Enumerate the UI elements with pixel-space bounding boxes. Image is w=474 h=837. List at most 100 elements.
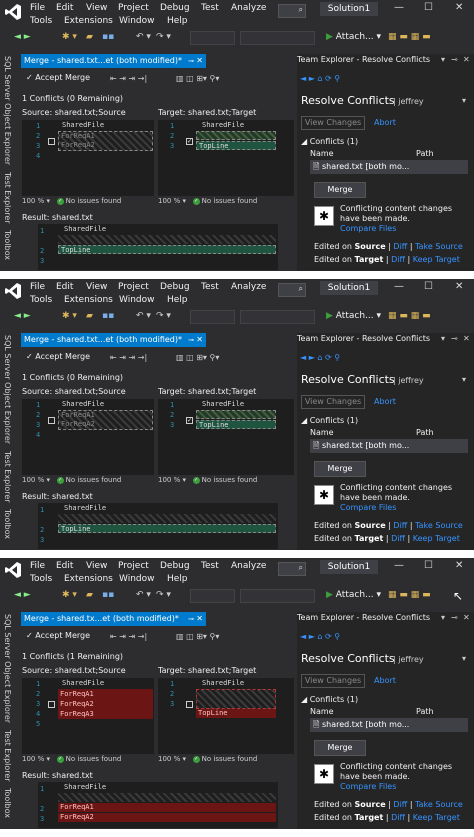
menu-view[interactable]: View	[86, 561, 107, 571]
close-icon[interactable]: ✕	[455, 281, 463, 292]
abort-link[interactable]: Abort	[374, 118, 396, 127]
sql-server-object-explorer-tab[interactable]: SQL Server Object Explorer	[3, 614, 12, 723]
panel-close-icon[interactable]: ✕	[463, 334, 470, 343]
result-merged-line[interactable]: TopLine	[58, 245, 276, 254]
tab-close-icon[interactable]: ✕	[196, 333, 203, 347]
result-pane[interactable]: 123 SharedFile TopLine	[38, 224, 278, 270]
menu-test[interactable]: Test	[201, 561, 219, 571]
test-explorer-tab[interactable]: Test Explorer	[3, 451, 12, 503]
source-conflict-checkbox[interactable]	[48, 417, 55, 424]
pin-icon[interactable]: ⊸	[188, 333, 194, 347]
panel-close-icon[interactable]: ✕	[463, 613, 470, 622]
view-changes-button[interactable]: View Changes	[301, 116, 365, 130]
dropdown-icon[interactable]: ▾	[441, 55, 445, 64]
take-source-link[interactable]: Take Source	[415, 242, 463, 251]
section-dropdown-icon[interactable]: ▾	[462, 654, 466, 663]
source-zoom[interactable]: 100 %	[22, 476, 44, 484]
target-pane[interactable]: 123 SharedFile TopLine ✓	[158, 120, 294, 196]
config-combo[interactable]	[190, 31, 235, 45]
merge-document-tab[interactable]: Merge - shared.txt...et (both modified)*…	[21, 54, 206, 68]
save-icon[interactable]: ▪▪	[102, 590, 114, 600]
undo-icon[interactable]: ↶ ▾	[136, 311, 151, 321]
accept-merge-button[interactable]: ✓ Accept Merge	[26, 73, 90, 82]
conflicts-header[interactable]: ◢ Conflicts (1)	[301, 137, 358, 146]
toolbar-extra-icon[interactable]: ▦ ▬ ▦ ▬	[388, 32, 431, 42]
merge-button[interactable]: Merge	[314, 461, 366, 477]
menu-analyze[interactable]: Analyze	[231, 3, 266, 13]
target-conflict-checkbox[interactable]: ✓	[186, 417, 193, 424]
search-box[interactable]: ⌕	[278, 562, 306, 576]
platform-combo[interactable]	[240, 589, 315, 603]
target-zoom[interactable]: 100 %	[158, 755, 180, 763]
target-zoom[interactable]: 100 %	[158, 476, 180, 484]
source-conflict-block[interactable]: ForReqA1 ForReqA2	[58, 131, 153, 151]
close-icon[interactable]: ✕	[455, 2, 463, 13]
panel-close-icon[interactable]: ✕	[463, 55, 470, 64]
source-zoom[interactable]: 100 %	[22, 197, 44, 205]
source-diff-link[interactable]: Diff	[393, 521, 407, 530]
keep-target-link[interactable]: Keep Target	[413, 534, 460, 543]
menu-window[interactable]: Window	[119, 295, 155, 305]
take-source-link[interactable]: Take Source	[415, 800, 463, 809]
merge-document-tab[interactable]: Merge - shared.txt...et (both modified)*…	[21, 333, 206, 347]
menu-file[interactable]: File	[30, 561, 45, 571]
maximize-icon[interactable]: ☐	[424, 2, 433, 13]
back-icon[interactable]: ◄ ►	[14, 32, 31, 42]
target-conflict-line[interactable]: TopLine	[196, 141, 276, 150]
source-pane[interactable]: 1234 SharedFile ForReqA1 ForReqA2	[22, 120, 154, 196]
take-source-link[interactable]: Take Source	[415, 521, 463, 530]
source-diff-link[interactable]: Diff	[393, 800, 407, 809]
maximize-icon[interactable]: ☐	[424, 560, 433, 571]
menu-edit[interactable]: Edit	[56, 561, 73, 571]
sql-server-object-explorer-tab[interactable]: SQL Server Object Explorer	[3, 56, 12, 165]
redo-icon[interactable]: ↷ ▾	[156, 32, 171, 42]
open-icon[interactable]: ▰	[86, 32, 93, 42]
new-project-icon[interactable]: ✱ ▾	[62, 311, 77, 321]
menu-help[interactable]: Help	[167, 574, 188, 584]
menu-debug[interactable]: Debug	[160, 561, 190, 571]
layout-icons[interactable]: ▥ ◫ ⊞▾ ⚲▾	[176, 74, 219, 83]
config-combo[interactable]	[190, 310, 235, 324]
menu-view[interactable]: View	[86, 3, 107, 13]
merge-document-tab[interactable]: Merge - shared.tx...et (both modified)* ⊸…	[21, 612, 206, 626]
menu-extensions[interactable]: Extensions	[64, 574, 113, 584]
visual-studio-logo-icon[interactable]	[4, 3, 22, 21]
test-explorer-tab[interactable]: Test Explorer	[3, 172, 12, 224]
minimize-icon[interactable]: —	[394, 2, 404, 13]
target-conflict-line[interactable]: TopLine	[196, 420, 276, 429]
result-pane[interactable]: 123 SharedFile ForReqA1 ForReqA2	[38, 782, 278, 828]
result-conflict-line-2[interactable]: ForReqA2	[58, 813, 276, 822]
accept-merge-button[interactable]: ✓ Accept Merge	[26, 352, 90, 361]
target-diff-link[interactable]: Diff	[391, 534, 405, 543]
undo-icon[interactable]: ↶ ▾	[136, 590, 151, 600]
keep-target-link[interactable]: Keep Target	[413, 255, 460, 264]
menu-debug[interactable]: Debug	[160, 282, 190, 292]
target-diff-link[interactable]: Diff	[391, 813, 405, 822]
close-icon[interactable]: ✕	[455, 560, 463, 571]
source-conflict-checkbox[interactable]	[48, 138, 55, 145]
search-box[interactable]: ⌕	[278, 283, 306, 297]
open-icon[interactable]: ▰	[86, 590, 93, 600]
minimize-icon[interactable]: —	[394, 560, 404, 571]
pin-icon[interactable]: ⊸	[451, 613, 458, 622]
section-dropdown-icon[interactable]: ▾	[462, 96, 466, 105]
menu-help[interactable]: Help	[167, 16, 188, 26]
platform-combo[interactable]	[240, 31, 315, 45]
platform-combo[interactable]	[240, 310, 315, 324]
menu-file[interactable]: File	[30, 3, 45, 13]
te-nav-icons[interactable]: ◄ ► ⌂ ⟳ ⚲	[300, 74, 340, 83]
pin-icon[interactable]: ⊸	[451, 55, 458, 64]
menu-extensions[interactable]: Extensions	[64, 295, 113, 305]
dropdown-icon[interactable]: ▾	[441, 334, 445, 343]
result-conflict-line-1[interactable]: ForReqA1	[58, 803, 276, 812]
te-nav-icons[interactable]: ◄ ► ⌂ ⟳ ⚲	[300, 353, 340, 362]
menu-tools[interactable]: Tools	[30, 295, 52, 305]
attach-button[interactable]: ▶ Attach... ▾	[326, 590, 381, 600]
source-diff-link[interactable]: Diff	[393, 242, 407, 251]
target-pane[interactable]: 123 SharedFile TopLine	[158, 678, 294, 754]
pin-icon[interactable]: ⊸	[188, 612, 194, 626]
source-pane[interactable]: 1234 SharedFile ForReqA1 ForReqA2	[22, 399, 154, 475]
undo-icon[interactable]: ↶ ▾	[136, 32, 151, 42]
target-conflict-checkbox[interactable]: ✓	[186, 138, 193, 145]
open-icon[interactable]: ▰	[86, 311, 93, 321]
